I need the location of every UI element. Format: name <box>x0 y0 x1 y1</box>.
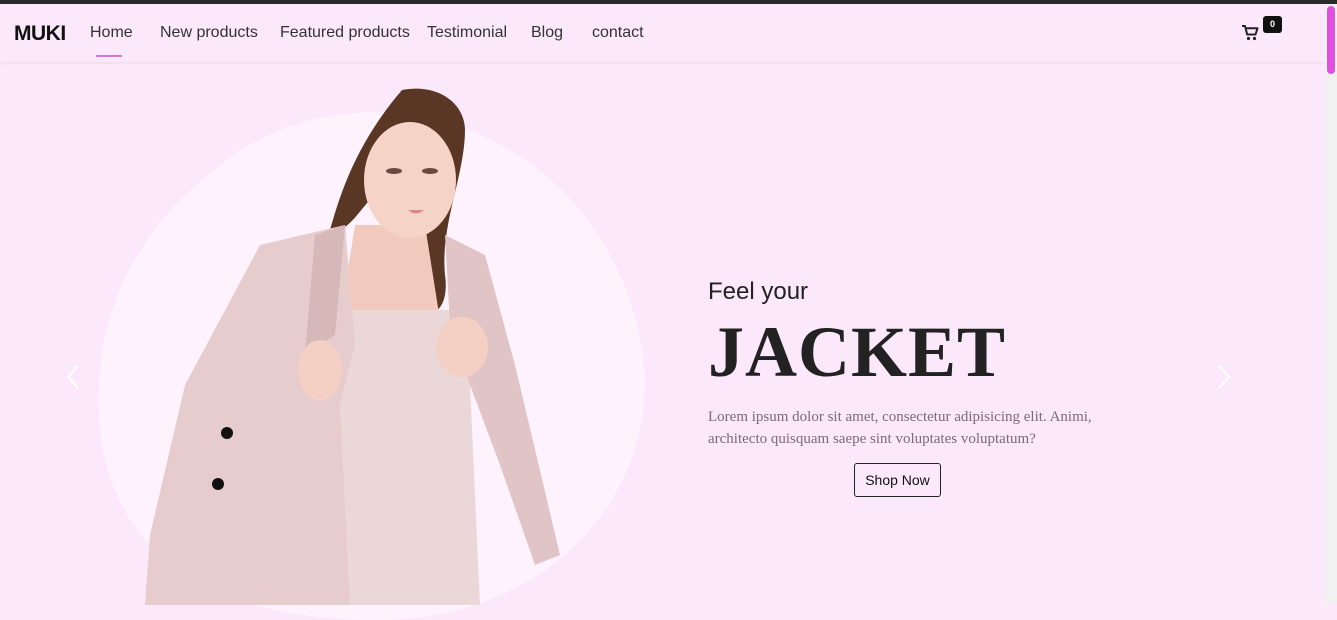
carousel-next-arrow-icon[interactable] <box>1215 364 1233 390</box>
active-nav-indicator <box>96 55 122 57</box>
hero-text-block: Feel your JACKET Lorem ipsum dolor sit a… <box>708 278 1168 450</box>
hero-model-image <box>145 88 560 605</box>
shop-now-button[interactable]: Shop Now <box>854 463 941 497</box>
hero-description: Lorem ipsum dolor sit amet, consectetur … <box>708 409 1092 447</box>
nav-item-testimonial[interactable]: Testimonial <box>427 24 507 42</box>
navbar: MUKI Home New products Featured products… <box>0 4 1325 62</box>
scrollbar[interactable] <box>1325 4 1337 603</box>
cart-icon[interactable] <box>1241 24 1259 42</box>
nav-item-blog[interactable]: Blog <box>531 24 563 42</box>
nav-item-new-products[interactable]: New products <box>160 24 258 42</box>
brand-logo[interactable]: MUKI <box>14 22 66 46</box>
nav-item-featured-products[interactable]: Featured products <box>280 24 410 42</box>
scrollbar-thumb[interactable] <box>1327 6 1335 74</box>
hero-title: JACKET <box>708 312 1007 392</box>
carousel-prev-arrow-icon[interactable] <box>64 364 82 390</box>
nav-item-home[interactable]: Home <box>90 24 133 42</box>
cart-count-badge: 0 <box>1263 16 1282 33</box>
hero-subtitle: Feel your <box>708 278 809 305</box>
nav-item-contact[interactable]: contact <box>592 24 644 42</box>
